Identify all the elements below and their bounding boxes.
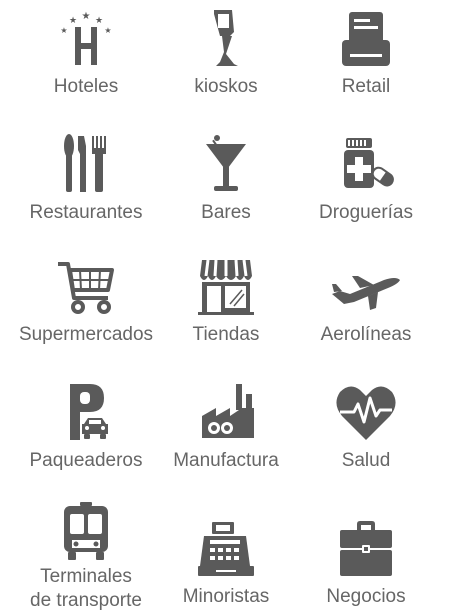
category-label: Salud (341, 450, 391, 471)
retail-printer-icon (330, 6, 402, 70)
category-tiendas[interactable]: Tiendas (151, 254, 301, 346)
category-label: Supermercados (18, 324, 154, 345)
category-label: Bares (201, 202, 251, 223)
category-aerolineas[interactable]: Aerolíneas (291, 254, 441, 346)
category-label: kioskos (194, 76, 258, 97)
category-label: Tiendas (192, 324, 260, 345)
cash-register-icon (190, 516, 262, 580)
category-hoteles[interactable]: ★ ★ ★ ★ ★ Hoteles (11, 6, 161, 98)
category-salud[interactable]: Salud (291, 380, 441, 472)
svg-text:★: ★ (82, 11, 91, 22)
business-category-grid: ★ ★ ★ ★ ★ Hoteles kioskos Retail Restaur… (0, 0, 451, 612)
restaurant-utensils-icon (50, 132, 122, 196)
category-label: Droguerías (319, 202, 413, 223)
category-supermercados[interactable]: Supermercados (11, 254, 161, 346)
category-restaurantes[interactable]: Restaurantes (11, 132, 161, 224)
category-minoristas[interactable]: Minoristas (151, 516, 301, 608)
category-droguerias[interactable]: Droguerías (291, 132, 441, 224)
hotel-icon: ★ ★ ★ ★ ★ (50, 6, 122, 70)
category-kioskos[interactable]: kioskos (151, 6, 301, 98)
category-label: Aerolíneas (320, 324, 412, 345)
category-label: Negocios (326, 586, 406, 607)
pharmacy-icon (330, 132, 402, 196)
category-label: Manufactura (173, 450, 279, 471)
category-bares[interactable]: Bares (151, 132, 301, 224)
storefront-icon (190, 254, 262, 318)
briefcase-icon (330, 516, 402, 580)
airplane-icon (330, 254, 402, 318)
category-label: Retail (341, 76, 391, 97)
parking-icon (50, 380, 122, 444)
category-label-line2: de transporte (30, 590, 142, 611)
bus-icon (50, 500, 122, 564)
category-manufactura[interactable]: Manufactura (151, 380, 301, 472)
factory-icon (190, 380, 262, 444)
category-label: Minoristas (182, 586, 270, 607)
svg-text:★: ★ (60, 26, 67, 35)
category-label-line1: Terminales (40, 566, 132, 587)
svg-text:★: ★ (95, 16, 103, 26)
heart-pulse-icon (330, 380, 402, 444)
kiosk-icon (190, 6, 262, 70)
svg-text:★: ★ (69, 16, 77, 26)
cocktail-glass-icon (190, 132, 262, 196)
shopping-cart-icon (50, 254, 122, 318)
category-label: Hoteles (53, 76, 119, 97)
category-label: Paqueaderos (29, 450, 143, 471)
category-negocios[interactable]: Negocios (291, 516, 441, 608)
svg-text:★: ★ (104, 26, 111, 35)
category-label: Restaurantes (29, 202, 143, 223)
category-paqueaderos[interactable]: Paqueaderos (11, 380, 161, 472)
category-terminales-de-transporte[interactable]: Terminales de transporte (11, 500, 161, 612)
category-retail[interactable]: Retail (291, 6, 441, 98)
